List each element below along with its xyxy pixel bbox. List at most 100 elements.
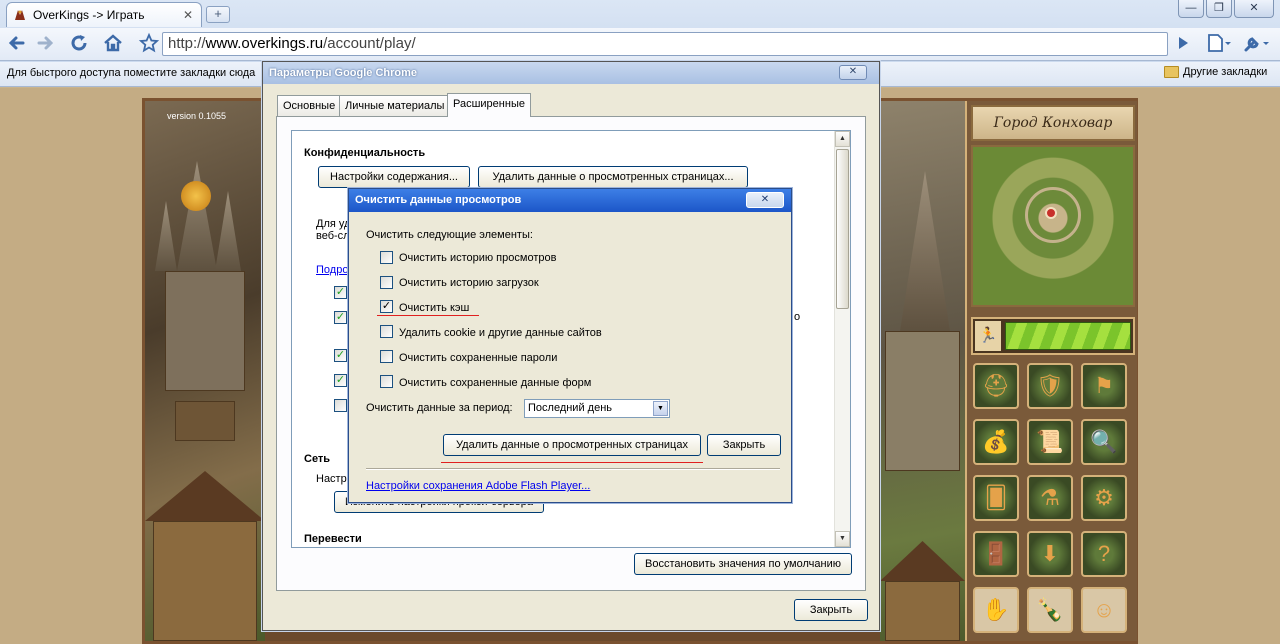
clear-button-underline xyxy=(441,462,703,463)
forward-arrow-icon[interactable] xyxy=(32,32,58,56)
window-close-button[interactable]: ✕ xyxy=(1234,0,1274,18)
overkings-favicon-icon xyxy=(13,8,27,22)
other-bookmarks-button[interactable]: Другие закладки xyxy=(1164,66,1267,78)
house-roof xyxy=(880,541,965,581)
content-settings-button[interactable]: Настройки содержания... xyxy=(318,166,470,188)
armor-icon[interactable]: 🛡 xyxy=(1027,363,1073,409)
label-download-history[interactable]: Очистить историю загрузок xyxy=(399,277,539,289)
options-titlebar[interactable]: Параметры Google Chrome ✕ xyxy=(263,62,879,84)
helmet-icon[interactable]: ⛑ xyxy=(973,363,1019,409)
bottles-icon[interactable]: 🍾 xyxy=(1027,587,1073,633)
checkbox-form-data[interactable] xyxy=(380,375,393,388)
maximize-button[interactable]: ❐ xyxy=(1206,0,1232,18)
energy-fill xyxy=(1005,322,1131,350)
clear-dialog-title: Очистить данные просмотров xyxy=(355,194,522,206)
privacy-checkbox-3[interactable]: ✓ xyxy=(334,349,347,362)
minimize-button[interactable]: — xyxy=(1178,0,1204,18)
page-menu-icon[interactable] xyxy=(1204,32,1234,56)
gears-icon[interactable]: ⚙ xyxy=(1081,475,1127,521)
gauntlet-icon[interactable]: ✋ xyxy=(973,587,1019,633)
clear-browsing-data-button[interactable]: Удалить данные о просмотренных страницах… xyxy=(478,166,748,188)
flash-settings-link[interactable]: Настройки сохранения Adobe Flash Player.… xyxy=(366,480,590,492)
checkbox-download-history[interactable] xyxy=(380,276,393,289)
clear-dialog-close-icon[interactable]: ✕ xyxy=(746,192,784,208)
options-title: Параметры Google Chrome xyxy=(269,67,418,79)
tab-overkings[interactable]: OverKings -> Играть ✕ xyxy=(6,2,202,27)
go-arrow-icon[interactable] xyxy=(1170,32,1196,56)
game-city-view-left[interactable]: version 0.1055 xyxy=(145,101,265,641)
energy-bar: 🏃 xyxy=(971,317,1135,355)
house-roof xyxy=(145,471,265,521)
clear-dialog-titlebar[interactable]: Очистить данные просмотров ✕ xyxy=(349,189,791,212)
more-info-link[interactable]: Подро xyxy=(316,264,348,276)
label-browsing-history[interactable]: Очистить историю просмотров xyxy=(399,252,556,264)
dropdown-arrow-icon[interactable]: ▼ xyxy=(653,401,668,416)
clear-data-button[interactable]: Удалить данные о просмотренных страницах xyxy=(443,434,701,456)
scroll-icon[interactable]: 📜 xyxy=(1027,419,1073,465)
clear-prompt: Очистить следующие элементы: xyxy=(366,229,533,241)
game-side-panel: Город Конховар 🏃 ⛑ 🛡 ⚑ 💰 📜 🔍 🂠 ⚗ ⚙ 🚪 ⬇ ?… xyxy=(965,101,1137,641)
cards-icon[interactable]: 🂠 xyxy=(973,475,1019,521)
scroll-down-arrow-icon[interactable]: ▼ xyxy=(835,531,850,547)
translate-heading: Перевести xyxy=(304,533,362,545)
reload-icon[interactable] xyxy=(66,32,92,56)
restore-defaults-button[interactable]: Восстановить значения по умолчанию xyxy=(634,553,852,575)
back-arrow-icon[interactable] xyxy=(4,32,30,56)
game-version: version 0.1055 xyxy=(167,111,227,121)
game-city-view-right[interactable] xyxy=(880,101,965,641)
new-tab-button[interactable]: + xyxy=(206,6,230,23)
tab-basics[interactable]: Основные xyxy=(277,95,342,116)
castle-spire-icon xyxy=(900,171,950,331)
down-arrow-icon[interactable]: ⬇ xyxy=(1027,531,1073,577)
privacy-checkbox-1[interactable]: ✓ xyxy=(334,286,347,299)
privacy-checkbox-5[interactable] xyxy=(334,399,347,412)
checkbox-cookies[interactable] xyxy=(380,325,393,338)
sun-emblem-icon xyxy=(181,181,211,211)
address-bar[interactable]: http://www.overkings.ru/account/play/ xyxy=(162,32,1168,56)
treasure-icon[interactable]: 💰 xyxy=(973,419,1019,465)
options-close-icon[interactable]: ✕ xyxy=(839,65,867,80)
castle-hall xyxy=(165,271,245,391)
options-close-button[interactable]: Закрыть xyxy=(794,599,868,621)
tab-under-the-hood[interactable]: Расширенные xyxy=(447,93,531,117)
character-portrait-icon[interactable]: ☺ xyxy=(1081,587,1127,633)
url-host: www.overkings.ru xyxy=(205,35,324,52)
tab-close-icon[interactable]: ✕ xyxy=(181,8,195,22)
label-cache[interactable]: Очистить кэш xyxy=(399,302,469,314)
checkbox-browsing-history[interactable] xyxy=(380,251,393,264)
period-label: Очистить данные за период: xyxy=(366,402,513,414)
label-form-data[interactable]: Очистить сохраненные данные форм xyxy=(399,377,591,389)
url-scheme: http:// xyxy=(168,35,206,52)
scroll-up-arrow-icon[interactable]: ▲ xyxy=(835,131,850,147)
privacy-right-fragment: о xyxy=(794,311,801,323)
cache-underline xyxy=(377,315,479,316)
period-select[interactable]: Последний день ▼ xyxy=(524,399,670,418)
wrench-menu-icon[interactable] xyxy=(1240,32,1272,56)
tab-strip: OverKings -> Играть ✕ + — ❐ ✕ xyxy=(0,0,1280,28)
options-scrollbar[interactable]: ▲ ▼ xyxy=(834,131,850,547)
browser-toolbar: http://www.overkings.ru/account/play/ xyxy=(0,28,1280,61)
label-cookies[interactable]: Удалить cookie и другие данные сайтов xyxy=(399,327,602,339)
help-question-icon[interactable]: ? xyxy=(1081,531,1127,577)
checkbox-passwords[interactable] xyxy=(380,350,393,363)
other-bookmarks-label: Другие закладки xyxy=(1183,66,1268,78)
scroll-thumb[interactable] xyxy=(836,149,849,309)
home-icon[interactable] xyxy=(100,32,126,56)
clear-dialog-close-button[interactable]: Закрыть xyxy=(707,434,781,456)
tab-personal-stuff[interactable]: Личные материалы xyxy=(339,95,451,116)
privacy-checkbox-4[interactable]: ✓ xyxy=(334,374,347,387)
bookmark-star-icon[interactable] xyxy=(136,32,162,56)
label-passwords[interactable]: Очистить сохраненные пароли xyxy=(399,352,557,364)
house xyxy=(885,581,960,641)
potion-icon[interactable]: ⚗ xyxy=(1027,475,1073,521)
location-pin-icon[interactable] xyxy=(1045,207,1057,219)
checkbox-cache[interactable]: ✓ xyxy=(380,300,393,313)
cloak-icon[interactable]: ⚑ xyxy=(1081,363,1127,409)
city-minimap[interactable] xyxy=(971,145,1135,307)
door-icon[interactable]: 🚪 xyxy=(973,531,1019,577)
castle-spire-icon xyxy=(155,201,177,271)
privacy-heading: Конфиденциальность xyxy=(304,147,426,159)
magnifier-icon[interactable]: 🔍 xyxy=(1081,419,1127,465)
period-value: Последний день xyxy=(528,402,612,414)
privacy-checkbox-2[interactable]: ✓ xyxy=(334,311,347,324)
